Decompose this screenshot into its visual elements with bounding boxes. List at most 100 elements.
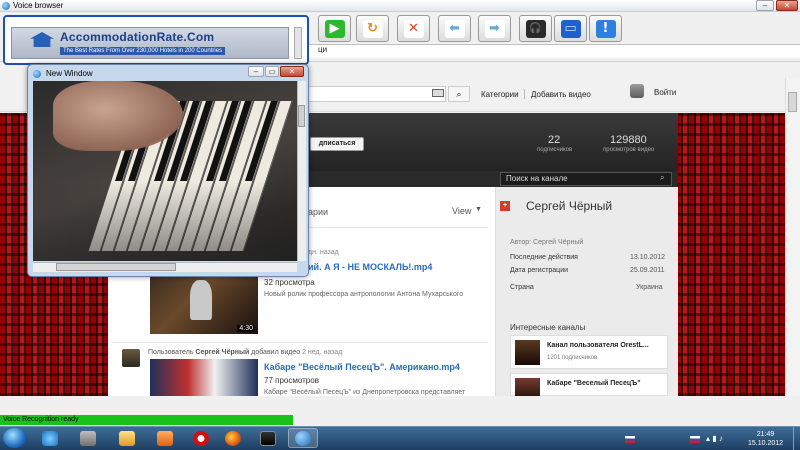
registration-label: Дата регистрации (510, 267, 569, 274)
channel-search-input[interactable]: Поиск на канале (500, 172, 672, 186)
nav-categories-link[interactable]: Категории (481, 90, 519, 99)
voice-button[interactable]: 🎧 (519, 15, 552, 42)
channel-card[interactable]: Кабаре "Веселый ПесецЪ" (510, 373, 668, 396)
taskbar-app[interactable] (73, 428, 103, 448)
status-text: Voice Recognition ready (3, 416, 79, 423)
popup-close-button[interactable]: ✕ (280, 66, 304, 77)
video-player[interactable] (33, 81, 297, 261)
taskbar-ie[interactable] (35, 428, 65, 448)
popup-maximize-button[interactable]: ▭ (265, 66, 279, 77)
subscribe-button[interactable]: дписаться (310, 137, 364, 151)
ad-scrollbar[interactable] (294, 27, 302, 59)
opera-icon (193, 430, 209, 446)
login-link[interactable]: Войти (654, 88, 676, 97)
page-scrollbar[interactable] (785, 78, 800, 396)
address-bar[interactable]: ци (292, 44, 800, 58)
stop-button[interactable]: ✕ (397, 15, 430, 42)
user-avatar[interactable] (122, 349, 140, 367)
globe-icon (295, 430, 311, 446)
item2-activity: Пользователь Сергей Чёрный добавил видео… (148, 349, 343, 356)
avatar[interactable] (630, 84, 644, 98)
item1-title-link[interactable]: ий. А Я - НЕ МОСКАЛЬ!.mp4 (308, 262, 432, 272)
channel-thumbnail (515, 378, 540, 396)
close-icon: ✕ (403, 19, 424, 38)
language-flag-icon[interactable] (690, 436, 700, 443)
info-button[interactable]: ! (589, 15, 622, 42)
author-label: Автор: Сергей Чёрный (510, 239, 584, 246)
channel-card-title[interactable]: Кабаре "Веселый ПесецЪ" (547, 380, 641, 387)
firefox-icon (225, 430, 241, 446)
gplus-icon: + (500, 201, 510, 211)
registration-value: 25.09.2011 (630, 267, 665, 274)
display-button[interactable]: ▭ (554, 15, 587, 42)
page-scrollbar-thumb[interactable] (788, 92, 797, 112)
folder-icon (119, 430, 135, 446)
popup-window: New Window – ▭ ✕ (27, 64, 309, 277)
clock-time: 21:49 (756, 431, 775, 438)
refresh-icon: ↻ (362, 19, 383, 38)
go-button[interactable]: ▶ (318, 15, 351, 42)
popup-minimize-button[interactable]: – (248, 66, 264, 77)
item2-description: Кабаре "Весёлый ПесецЪ" из Днепропетровс… (264, 389, 466, 396)
app-icon (80, 430, 96, 446)
ad-brand-name: AccommodationRate.Com (60, 30, 215, 44)
taskbar-firefox[interactable] (218, 428, 248, 448)
country-value: Украина (636, 284, 663, 291)
item1-thumbnail[interactable]: 4:30 (150, 272, 258, 334)
item1-description: Новый ролик профессора антропологии Анто… (264, 291, 464, 298)
channel-card-title[interactable]: Канал пользователя OrestL... (547, 342, 649, 349)
forward-button[interactable]: ➡ (478, 15, 511, 42)
taskbar-voice-browser[interactable] (288, 428, 318, 448)
chevron-down-icon[interactable]: ▼ (475, 206, 482, 213)
start-button[interactable] (3, 428, 27, 448)
ad-panel: AccommodationRate.Com The Best Rates Fro… (3, 15, 309, 65)
arrow-left-icon: ⬅ (444, 19, 465, 38)
back-button[interactable]: ⬅ (438, 15, 471, 42)
item1-views: 32 просмотра (264, 278, 315, 287)
taskbar-media[interactable] (150, 428, 180, 448)
taskbar-app2[interactable] (253, 428, 283, 448)
keyboard-icon[interactable] (432, 89, 444, 97)
item2-thumbnail[interactable] (150, 359, 258, 396)
play-arrow-icon: ▶ (324, 19, 345, 38)
minimize-button[interactable]: – (756, 0, 774, 11)
item1-timeago: дн. назад (308, 249, 339, 256)
headset-icon: 🎧 (525, 19, 546, 38)
views-label: просмотров видео (603, 147, 655, 153)
thumbnail-figure (190, 280, 212, 320)
popup-vertical-scrollbar-thumb[interactable] (298, 105, 305, 127)
tray-icons[interactable]: ▴ ▮ ♪ (706, 434, 723, 443)
interesting-channels-heading: Интересные каналы (510, 323, 586, 332)
channel-card[interactable]: Канал пользователя OrestL... 1201 подпис… (510, 335, 668, 369)
language-flag-icon[interactable] (625, 436, 635, 443)
clock[interactable]: 21:49 15.10.2012 (748, 430, 783, 448)
window-titlebar: Voice browser – ✕ (0, 0, 800, 12)
media-player-icon (157, 430, 173, 446)
ad-tagline: The Best Rates From Over 230,000 Hotels … (60, 47, 226, 55)
nav-add-video-link[interactable]: Добавить видео (531, 90, 591, 99)
ad-banner[interactable]: AccommodationRate.Com The Best Rates Fro… (11, 27, 289, 59)
info-icon: ! (595, 19, 616, 38)
arrow-right-icon: ➡ (484, 19, 505, 38)
subscribers-label: подписчиков (537, 147, 573, 153)
taskbar-explorer[interactable] (112, 428, 142, 448)
divider (113, 342, 488, 343)
search-button[interactable]: ⌕ (448, 86, 470, 102)
site-search-input[interactable] (306, 86, 446, 102)
view-dropdown[interactable]: View (452, 206, 471, 216)
refresh-button[interactable]: ↻ (356, 15, 389, 42)
search-icon[interactable]: ⌕ (660, 173, 664, 183)
popup-horizontal-scrollbar-thumb[interactable] (56, 263, 176, 271)
feed-tab-label[interactable]: арии (308, 207, 328, 217)
item2-title-link[interactable]: Кабаре "Весёлый ПесецЪ". Американо.mp4 (264, 362, 460, 372)
app-icon (2, 2, 10, 10)
clock-date: 15.10.2012 (748, 440, 784, 447)
internet-explorer-icon (42, 430, 58, 446)
channel-card-subs: 1201 подписчиков (547, 355, 598, 361)
video-shadow (33, 181, 297, 261)
taskbar-opera[interactable] (186, 428, 216, 448)
channel-info-panel: + Сергей Чёрный Автор: Сергей Чёрный Пос… (495, 187, 678, 396)
app-icon (260, 430, 276, 446)
show-desktop-button[interactable] (793, 427, 800, 450)
close-button[interactable]: ✕ (776, 0, 798, 11)
